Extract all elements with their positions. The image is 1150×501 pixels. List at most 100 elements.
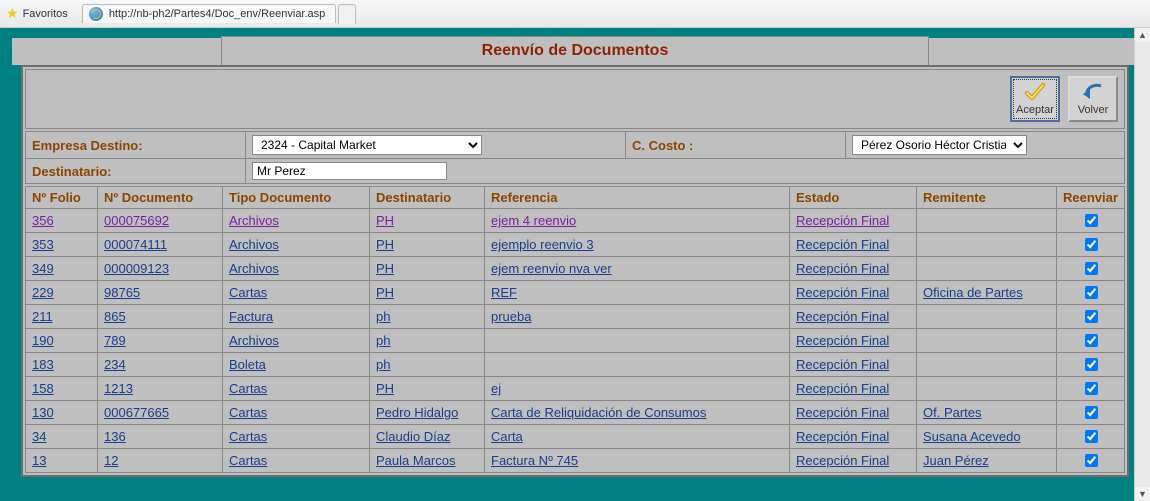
ref-link[interactable]: Carta: [491, 429, 523, 444]
estado-link[interactable]: Recepción Final: [796, 333, 889, 348]
reenviar-checkbox[interactable]: [1085, 382, 1098, 395]
reenviar-checkbox[interactable]: [1085, 454, 1098, 467]
estado-link[interactable]: Recepción Final: [796, 429, 889, 444]
scroll-up-icon[interactable]: ▲: [1135, 28, 1150, 42]
scroll-track[interactable]: [1135, 42, 1150, 487]
remit-link[interactable]: Susana Acevedo: [923, 429, 1021, 444]
reenviar-checkbox[interactable]: [1085, 406, 1098, 419]
ndoc-link[interactable]: 000075692: [104, 213, 169, 228]
tipo-link[interactable]: Archivos: [229, 237, 279, 252]
dest-link[interactable]: PH: [376, 213, 394, 228]
scroll-down-icon[interactable]: ▼: [1135, 487, 1150, 501]
ndoc-link[interactable]: 1213: [104, 381, 133, 396]
table-cell: 349: [26, 257, 98, 281]
estado-link[interactable]: Recepción Final: [796, 405, 889, 420]
ndoc-link[interactable]: 000009123: [104, 261, 169, 276]
tipo-link[interactable]: Cartas: [229, 429, 267, 444]
estado-link[interactable]: Recepción Final: [796, 237, 889, 252]
estado-link[interactable]: Recepción Final: [796, 285, 889, 300]
ref-link[interactable]: ejem 4 reenvio: [491, 213, 576, 228]
estado-link[interactable]: Recepción Final: [796, 453, 889, 468]
reenviar-checkbox[interactable]: [1085, 286, 1098, 299]
table-cell: Recepción Final: [790, 377, 917, 401]
reenviar-checkbox[interactable]: [1085, 334, 1098, 347]
reenviar-checkbox[interactable]: [1085, 262, 1098, 275]
ccosto-select[interactable]: Pérez Osorio Héctor Cristian: [852, 135, 1027, 155]
ref-link[interactable]: ejem reenvio nva ver: [491, 261, 612, 276]
dest-link[interactable]: Paula Marcos: [376, 453, 455, 468]
ref-link[interactable]: REF: [491, 285, 517, 300]
dest-link[interactable]: PH: [376, 237, 394, 252]
table-cell: PH: [370, 377, 485, 401]
folio-link[interactable]: 158: [32, 381, 54, 396]
destinatario-input[interactable]: [252, 162, 447, 180]
ndoc-link[interactable]: 000677665: [104, 405, 169, 420]
folio-link[interactable]: 349: [32, 261, 54, 276]
ndoc-link[interactable]: 136: [104, 429, 126, 444]
estado-link[interactable]: Recepción Final: [796, 213, 889, 228]
aceptar-button[interactable]: Aceptar: [1010, 76, 1060, 122]
table-cell: Recepción Final: [790, 425, 917, 449]
dest-link[interactable]: Claudio Díaz: [376, 429, 450, 444]
table-cell: Recepción Final: [790, 305, 917, 329]
tipo-link[interactable]: Boleta: [229, 357, 266, 372]
table-cell: 136: [98, 425, 223, 449]
folio-link[interactable]: 356: [32, 213, 54, 228]
ref-link[interactable]: prueba: [491, 309, 531, 324]
folio-link[interactable]: 34: [32, 429, 46, 444]
estado-link[interactable]: Recepción Final: [796, 309, 889, 324]
browser-tab[interactable]: http://nb-ph2/Partes4/Doc_env/Reenviar.a…: [82, 4, 336, 23]
remit-link[interactable]: Oficina de Partes: [923, 285, 1023, 300]
favorites-label[interactable]: Favoritos: [23, 8, 68, 20]
tipo-link[interactable]: Cartas: [229, 381, 267, 396]
new-tab-button[interactable]: [338, 4, 356, 24]
folio-link[interactable]: 190: [32, 333, 54, 348]
ndoc-link[interactable]: 12: [104, 453, 118, 468]
table-cell: 211: [26, 305, 98, 329]
estado-link[interactable]: Recepción Final: [796, 261, 889, 276]
dest-link[interactable]: ph: [376, 309, 390, 324]
estado-link[interactable]: Recepción Final: [796, 381, 889, 396]
folio-link[interactable]: 229: [32, 285, 54, 300]
dest-link[interactable]: ph: [376, 357, 390, 372]
ndoc-link[interactable]: 234: [104, 357, 126, 372]
dest-link[interactable]: ph: [376, 333, 390, 348]
dest-link[interactable]: PH: [376, 285, 394, 300]
folio-link[interactable]: 211: [32, 309, 53, 324]
vertical-scrollbar[interactable]: ▲ ▼: [1134, 28, 1150, 501]
folio-link[interactable]: 130: [32, 405, 54, 420]
reenviar-checkbox[interactable]: [1085, 238, 1098, 251]
table-header-row: Nº Folio Nº Documento Tipo Documento Des…: [26, 187, 1125, 209]
ref-link[interactable]: ej: [491, 381, 501, 396]
tipo-link[interactable]: Cartas: [229, 285, 267, 300]
reenviar-checkbox[interactable]: [1085, 310, 1098, 323]
dest-link[interactable]: PH: [376, 381, 394, 396]
folio-link[interactable]: 353: [32, 237, 54, 252]
ndoc-link[interactable]: 789: [104, 333, 126, 348]
volver-button[interactable]: Volver: [1068, 76, 1118, 122]
tipo-link[interactable]: Archivos: [229, 333, 279, 348]
dest-link[interactable]: Pedro Hidalgo: [376, 405, 458, 420]
ref-link[interactable]: Factura Nº 745: [491, 453, 578, 468]
ccosto-label: C. Costo :: [626, 132, 846, 159]
tipo-link[interactable]: Archivos: [229, 213, 279, 228]
remit-link[interactable]: Of. Partes: [923, 405, 982, 420]
tipo-link[interactable]: Factura: [229, 309, 273, 324]
ndoc-link[interactable]: 000074111: [104, 237, 167, 252]
folio-link[interactable]: 183: [32, 357, 54, 372]
dest-link[interactable]: PH: [376, 261, 394, 276]
remit-link[interactable]: Juan Pérez: [923, 453, 989, 468]
ref-link[interactable]: Carta de Reliquidación de Consumos: [491, 405, 706, 420]
tipo-link[interactable]: Cartas: [229, 405, 267, 420]
ndoc-link[interactable]: 865: [104, 309, 126, 324]
tipo-link[interactable]: Archivos: [229, 261, 279, 276]
folio-link[interactable]: 13: [32, 453, 46, 468]
empresa-select[interactable]: 2324 - Capital Market: [252, 135, 482, 155]
tipo-link[interactable]: Cartas: [229, 453, 267, 468]
estado-link[interactable]: Recepción Final: [796, 357, 889, 372]
ref-link[interactable]: ejemplo reenvio 3: [491, 237, 594, 252]
reenviar-checkbox[interactable]: [1085, 214, 1098, 227]
ndoc-link[interactable]: 98765: [104, 285, 140, 300]
reenviar-checkbox[interactable]: [1085, 358, 1098, 371]
reenviar-checkbox[interactable]: [1085, 430, 1098, 443]
